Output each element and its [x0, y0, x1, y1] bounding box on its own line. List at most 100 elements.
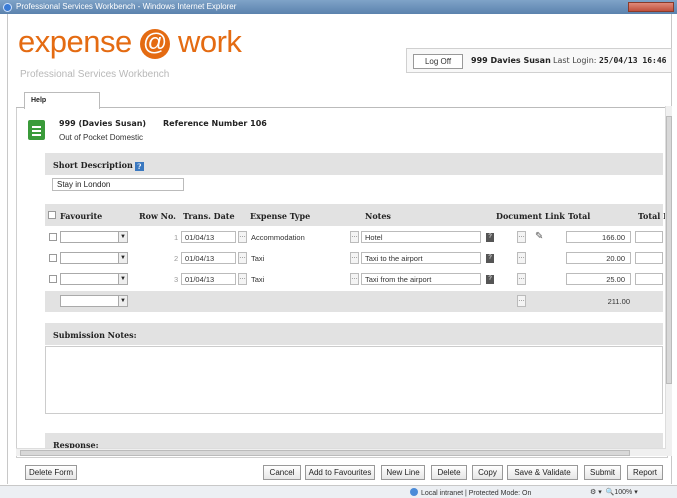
- last-login-value: 25/04/13 16:46: [599, 56, 667, 65]
- document-link-button[interactable]: …: [517, 231, 526, 243]
- total-2-input[interactable]: [635, 231, 663, 243]
- notes-lookup-button[interactable]: …: [350, 252, 359, 264]
- row-checkbox[interactable]: [49, 275, 57, 283]
- logoff-button[interactable]: Log Off: [413, 54, 463, 69]
- favourite-select[interactable]: ▼: [60, 295, 128, 307]
- col-favourite: Favourite: [60, 211, 103, 221]
- document-link-button[interactable]: …: [517, 273, 526, 285]
- favourite-select[interactable]: ▼: [60, 252, 128, 264]
- zoom-level[interactable]: ⚙ ▾ 🔍100% ▾: [590, 488, 638, 496]
- tab-bar: Help: [16, 92, 668, 109]
- scrollbar-thumb[interactable]: [20, 450, 630, 456]
- claim-type: Out of Pocket Domestic: [59, 133, 144, 142]
- col-total-2: Total I: [638, 211, 667, 221]
- delete-form-button[interactable]: Delete Form: [25, 465, 77, 480]
- col-trans-date: Trans. Date: [183, 211, 235, 221]
- zoom-value: 100%: [614, 489, 633, 496]
- app-subtitle: Professional Services Workbench: [20, 69, 170, 80]
- tab-help[interactable]: Help: [24, 92, 100, 109]
- total-2-input[interactable]: [635, 273, 663, 285]
- favourite-select[interactable]: ▼: [60, 231, 128, 243]
- date-picker-button[interactable]: …: [238, 273, 247, 285]
- col-document-link: Document Link: [496, 211, 565, 221]
- col-notes: Notes: [365, 211, 391, 221]
- security-zone-text: Local intranet | Protected Mode: On: [421, 490, 532, 497]
- notes-lookup-button[interactable]: …: [350, 273, 359, 285]
- horizontal-scrollbar[interactable]: [16, 448, 666, 456]
- chevron-down-icon: ▼: [118, 296, 127, 306]
- browser-icon: [3, 3, 12, 12]
- col-expense-type: Expense Type: [250, 211, 311, 221]
- status-bar: Local intranet | Protected Mode: On ⚙ ▾ …: [0, 485, 677, 498]
- grand-total: 211.00: [607, 297, 630, 306]
- window-controls[interactable]: [628, 2, 674, 12]
- total-input[interactable]: 20.00: [566, 252, 631, 264]
- date-picker-button[interactable]: …: [238, 252, 247, 264]
- total-2-input[interactable]: [635, 252, 663, 264]
- row-checkbox[interactable]: [49, 254, 57, 262]
- window-title: Professional Services Workbench - Window…: [16, 2, 237, 11]
- submission-notes-input[interactable]: [45, 346, 663, 414]
- notes-doc-icon[interactable]: ?: [486, 254, 494, 263]
- user-panel: Log Off 999 Davies Susan Last Login: 25/…: [406, 48, 672, 73]
- expense-type: Taxi: [251, 254, 265, 263]
- short-description-input[interactable]: Stay in London: [52, 178, 184, 191]
- trans-date-input[interactable]: 01/04/13: [181, 273, 236, 285]
- scrollbar-thumb[interactable]: [666, 116, 672, 384]
- notes-doc-icon[interactable]: ?: [486, 275, 494, 284]
- row-checkbox[interactable]: [49, 233, 57, 241]
- window-titlebar: Professional Services Workbench - Window…: [0, 0, 677, 14]
- submit-button[interactable]: Submit: [584, 465, 621, 480]
- notes-input[interactable]: Taxi to the airport: [361, 252, 481, 264]
- claim-title: 999 (Davies Susan): [59, 119, 147, 128]
- notes-lookup-button[interactable]: …: [350, 231, 359, 243]
- table-row: ▼ 3 01/04/13 … Taxi … Taxi from the airp…: [45, 270, 663, 291]
- add-to-favourites-button[interactable]: Add to Favourites: [305, 465, 375, 480]
- notes-doc-icon[interactable]: ?: [486, 233, 494, 242]
- document-link-button[interactable]: …: [517, 252, 526, 264]
- col-total: Total: [568, 211, 591, 221]
- notes-input[interactable]: Taxi from the airport: [361, 273, 481, 285]
- security-zone: Local intranet | Protected Mode: On: [410, 488, 531, 497]
- short-description-header: Short Description?: [45, 153, 663, 175]
- report-button[interactable]: Report: [627, 465, 663, 480]
- expense-grid-header: Favourite Row No. Trans. Date Expense Ty…: [45, 204, 667, 226]
- notes-input[interactable]: Hotel: [361, 231, 481, 243]
- trans-date-input[interactable]: 01/04/13: [181, 252, 236, 264]
- select-all-checkbox[interactable]: [48, 211, 56, 219]
- table-row: ▼ 1 01/04/13 … Accommodation … Hotel ? ……: [45, 228, 663, 249]
- logo-expense: expense: [18, 24, 132, 59]
- short-description-label: Short Description: [53, 160, 133, 170]
- save-validate-button[interactable]: Save & Validate: [507, 465, 578, 480]
- col-row-no: Row No.: [139, 211, 176, 221]
- table-row: ▼ 2 01/04/13 … Taxi … Taxi to the airpor…: [45, 249, 663, 270]
- logo-work: work: [177, 24, 242, 59]
- document-link-button[interactable]: …: [517, 295, 526, 307]
- total-input[interactable]: 166.00: [566, 231, 631, 243]
- date-picker-button[interactable]: …: [238, 231, 247, 243]
- current-user: 999 Davies Susan: [471, 56, 551, 65]
- chevron-down-icon: ▼: [118, 274, 127, 284]
- new-line-button[interactable]: New Line: [381, 465, 425, 480]
- claim-panel: 999 (Davies Susan) Reference Number 106 …: [16, 108, 668, 458]
- cancel-button[interactable]: Cancel: [263, 465, 301, 480]
- last-login-label: Last Login:: [553, 56, 597, 65]
- vertical-scrollbar[interactable]: [665, 106, 672, 456]
- help-icon[interactable]: ?: [134, 162, 144, 171]
- chevron-down-icon: ▼: [118, 253, 127, 263]
- app-logo: expense @ work: [18, 24, 242, 60]
- chevron-down-icon: ▼: [118, 232, 127, 242]
- trans-date-input[interactable]: 01/04/13: [181, 231, 236, 243]
- delete-button[interactable]: Delete: [431, 465, 467, 480]
- reference-number: Reference Number 106: [163, 119, 267, 128]
- submission-notes-header: Submission Notes:: [45, 323, 663, 345]
- favourite-select[interactable]: ▼: [60, 273, 128, 285]
- paperclip-icon[interactable]: ✎: [535, 231, 543, 242]
- claim-document-icon: [28, 120, 45, 140]
- copy-button[interactable]: Copy: [472, 465, 503, 480]
- expense-type: Taxi: [251, 275, 265, 284]
- last-login: Last Login: 25/04/13 16:46: [553, 56, 666, 65]
- totals-row: ▼ … 211.00: [45, 291, 663, 312]
- row-number: 2: [174, 254, 179, 263]
- total-input[interactable]: 25.00: [566, 273, 631, 285]
